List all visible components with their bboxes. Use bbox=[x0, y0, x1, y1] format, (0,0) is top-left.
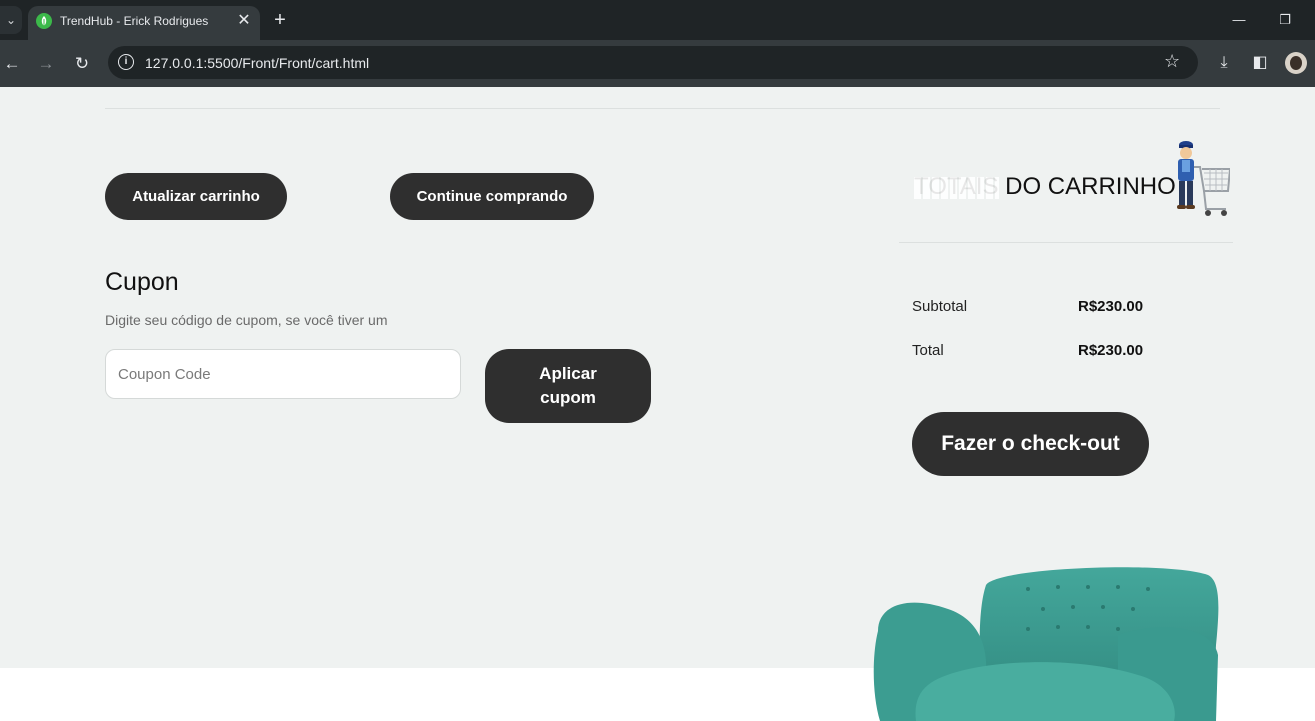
reload-icon[interactable]: ↻ bbox=[70, 52, 94, 76]
subtotal-label: Subtotal bbox=[912, 298, 968, 315]
tab-close-icon[interactable]: ✕ bbox=[234, 11, 254, 31]
total-value: R$230.00 bbox=[1078, 342, 1144, 359]
total-label: Total bbox=[912, 342, 944, 359]
tab-search-icon[interactable]: ⌄ bbox=[0, 6, 22, 34]
coupon-title: Cupon bbox=[105, 268, 179, 296]
browser-tab-active[interactable]: TrendHub - Erick Rodrigues ✕ bbox=[28, 6, 260, 40]
bookmark-star-icon[interactable]: ☆ bbox=[1164, 51, 1180, 72]
checkout-button[interactable]: Fazer o check-out bbox=[912, 412, 1149, 476]
cart-page: Atualizar carrinho Continue comprando Cu… bbox=[0, 87, 1315, 721]
coupon-description: Digite seu código de cupom, se você tive… bbox=[105, 312, 388, 328]
continue-shopping-button[interactable]: Continue comprando bbox=[390, 173, 594, 220]
profile-avatar[interactable] bbox=[1285, 52, 1307, 74]
tab-title: TrendHub - Erick Rodrigues bbox=[60, 14, 209, 28]
restore-icon[interactable]: ❐ bbox=[1272, 8, 1298, 32]
download-icon[interactable]: ⤓ bbox=[1213, 52, 1235, 74]
armchair-image bbox=[873, 567, 1219, 721]
site-info-icon[interactable]: i bbox=[118, 54, 134, 70]
new-tab-button[interactable]: + bbox=[269, 9, 291, 31]
minimize-icon[interactable]: — bbox=[1226, 8, 1252, 32]
totals-divider bbox=[899, 242, 1233, 243]
title-overlay bbox=[914, 177, 999, 199]
address-bar[interactable]: i 127.0.0.1:5500/Front/Front/cart.html ☆ bbox=[108, 46, 1198, 79]
back-icon[interactable]: ← bbox=[0, 52, 24, 76]
leaf-favicon-icon bbox=[36, 13, 52, 29]
browser-tabstrip: ⌄ TrendHub - Erick Rodrigues ✕ + — ❐ bbox=[0, 0, 1315, 40]
forward-icon[interactable]: → bbox=[34, 52, 58, 76]
coupon-code-input[interactable] bbox=[105, 349, 461, 399]
subtotal-value: R$230.00 bbox=[1078, 298, 1144, 315]
side-panel-icon[interactable]: ◧ bbox=[1249, 52, 1271, 74]
shopping-cart-man-icon bbox=[1177, 141, 1230, 216]
url-text[interactable]: 127.0.0.1:5500/Front/Front/cart.html bbox=[145, 55, 369, 71]
divider bbox=[105, 108, 1220, 109]
update-cart-button[interactable]: Atualizar carrinho bbox=[105, 173, 287, 220]
browser-toolbar: ← → ↻ i 127.0.0.1:5500/Front/Front/cart.… bbox=[0, 40, 1315, 87]
apply-coupon-button[interactable]: Aplicar cupom bbox=[485, 349, 651, 423]
